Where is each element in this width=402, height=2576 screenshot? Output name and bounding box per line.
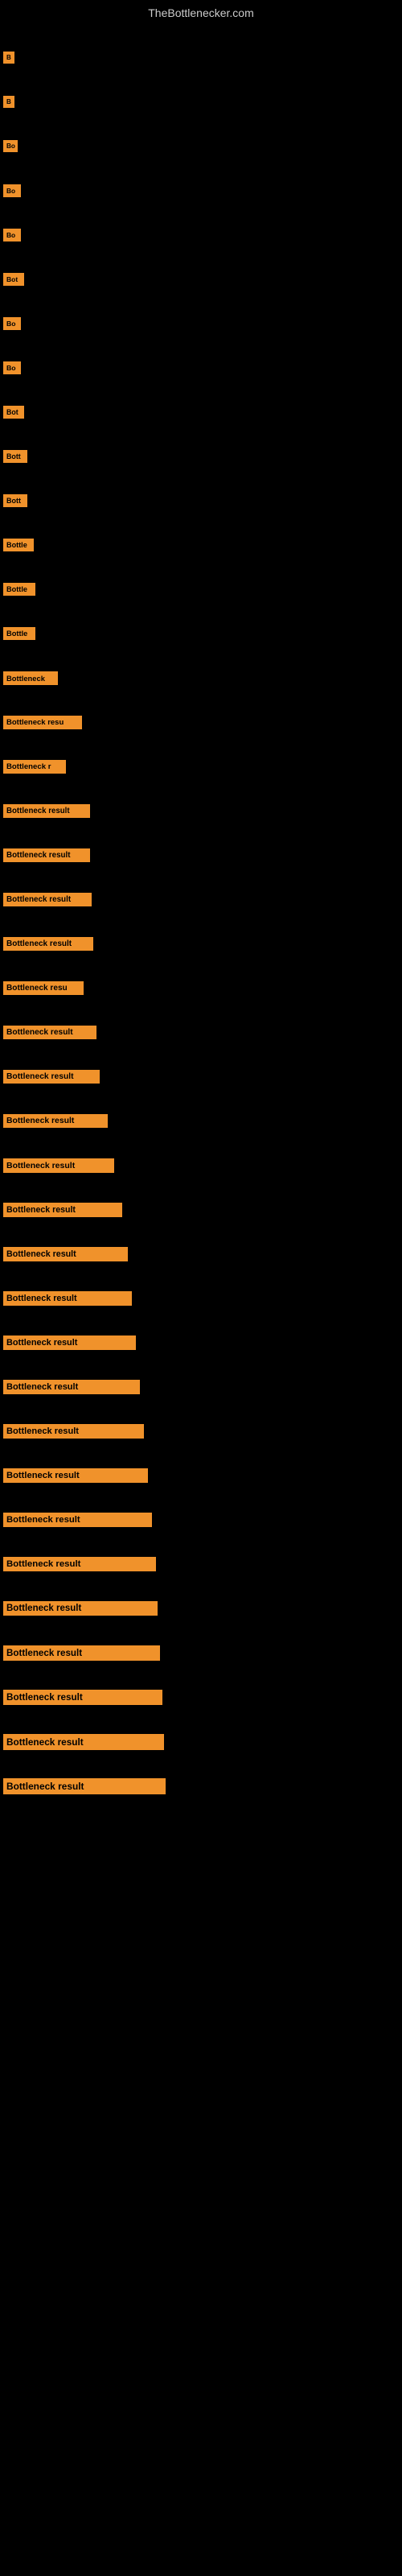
- item-label: Bottleneck result: [3, 1778, 166, 1794]
- list-item: Bot: [2, 270, 26, 289]
- item-label: Bottleneck result: [3, 1645, 160, 1661]
- list-item: Bo: [2, 225, 23, 245]
- list-item: Bottleneck result: [2, 1067, 101, 1087]
- list-item: Bottleneck result: [2, 1642, 162, 1664]
- item-label: Bottle: [3, 627, 35, 640]
- list-item: Bottleneck result: [2, 890, 93, 910]
- item-label: Bottleneck result: [3, 848, 90, 862]
- list-item: Bottle: [2, 535, 35, 555]
- list-item: Bott: [2, 491, 29, 510]
- item-label: Bottleneck resu: [3, 716, 82, 729]
- item-label: Bottleneck result: [3, 804, 90, 818]
- list-item: Bottleneck result: [2, 1111, 109, 1131]
- item-label: Bottleneck result: [3, 1203, 122, 1217]
- list-item: Bottleneck result: [2, 1598, 159, 1619]
- list-item: Bo: [2, 358, 23, 378]
- item-label: Bottleneck result: [3, 937, 93, 951]
- item-label: Bottleneck: [3, 671, 58, 685]
- item-label: B: [3, 52, 14, 64]
- list-item: B: [2, 48, 16, 67]
- list-item: Bottleneck result: [2, 1155, 116, 1176]
- item-label: Bo: [3, 184, 21, 197]
- item-label: Bottleneck result: [3, 1468, 148, 1483]
- list-item: Bottle: [2, 580, 37, 599]
- site-title: TheBottlenecker.com: [0, 0, 402, 26]
- list-item: Bottleneck result: [2, 845, 92, 865]
- list-item: Bo: [2, 314, 23, 333]
- item-label: Bottleneck result: [3, 1380, 140, 1394]
- item-label: Bottleneck result: [3, 1335, 136, 1350]
- item-label: Bottleneck result: [3, 1158, 114, 1173]
- item-label: Bo: [3, 140, 18, 152]
- item-label: Bottleneck result: [3, 1026, 96, 1039]
- item-label: Bottleneck result: [3, 1247, 128, 1261]
- list-item: Bot: [2, 402, 26, 422]
- item-label: Bottleneck result: [3, 1114, 108, 1128]
- list-item: Bottleneck result: [2, 1686, 164, 1708]
- item-label: Bott: [3, 494, 27, 507]
- item-label: Bottleneck result: [3, 1291, 132, 1306]
- list-item: Bottleneck result: [2, 801, 92, 821]
- item-label: Bottleneck result: [3, 1070, 100, 1084]
- list-item: Bottleneck result: [2, 1509, 154, 1530]
- item-label: Bottle: [3, 583, 35, 596]
- item-label: Bottleneck result: [3, 1513, 152, 1527]
- item-label: Bo: [3, 229, 21, 242]
- item-label: Bottleneck r: [3, 760, 66, 774]
- item-label: Bottleneck result: [3, 1690, 162, 1705]
- item-label: B: [3, 96, 14, 108]
- item-label: Bo: [3, 317, 21, 330]
- item-label: Bottleneck result: [3, 893, 92, 906]
- list-item: Bottleneck result: [2, 1332, 137, 1353]
- list-item: Bottleneck resu: [2, 712, 84, 733]
- item-label: Bottleneck result: [3, 1557, 156, 1571]
- item-label: Bottleneck result: [3, 1601, 158, 1616]
- list-item: Bottleneck result: [2, 1731, 166, 1753]
- item-label: Bottleneck result: [3, 1734, 164, 1750]
- item-label: Bottle: [3, 539, 34, 551]
- list-item: Bottleneck result: [2, 934, 95, 954]
- list-item: Bottleneck result: [2, 1421, 146, 1442]
- list-item: Bottleneck result: [2, 1288, 133, 1309]
- item-label: Bot: [3, 406, 24, 419]
- list-item: Bottleneck result: [2, 1377, 142, 1397]
- list-item: Bottleneck result: [2, 1199, 124, 1220]
- item-label: Bottleneck resu: [3, 981, 84, 995]
- item-label: Bott: [3, 450, 27, 463]
- list-item: Bottleneck r: [2, 757, 68, 777]
- list-item: Bottleneck result: [2, 1775, 167, 1798]
- list-item: Bottleneck result: [2, 1244, 129, 1265]
- list-item: B: [2, 93, 16, 111]
- list-item: Bottleneck: [2, 668, 59, 688]
- list-item: Bottleneck result: [2, 1465, 150, 1486]
- list-item: Bo: [2, 137, 19, 155]
- item-label: Bot: [3, 273, 24, 286]
- list-item: Bottleneck result: [2, 1554, 158, 1575]
- list-item: Bott: [2, 447, 29, 466]
- list-item: Bo: [2, 181, 23, 200]
- item-label: Bottleneck result: [3, 1424, 144, 1439]
- item-label: Bo: [3, 361, 21, 374]
- list-item: Bottleneck resu: [2, 978, 85, 998]
- list-item: Bottleneck result: [2, 1022, 98, 1042]
- list-item: Bottle: [2, 624, 37, 643]
